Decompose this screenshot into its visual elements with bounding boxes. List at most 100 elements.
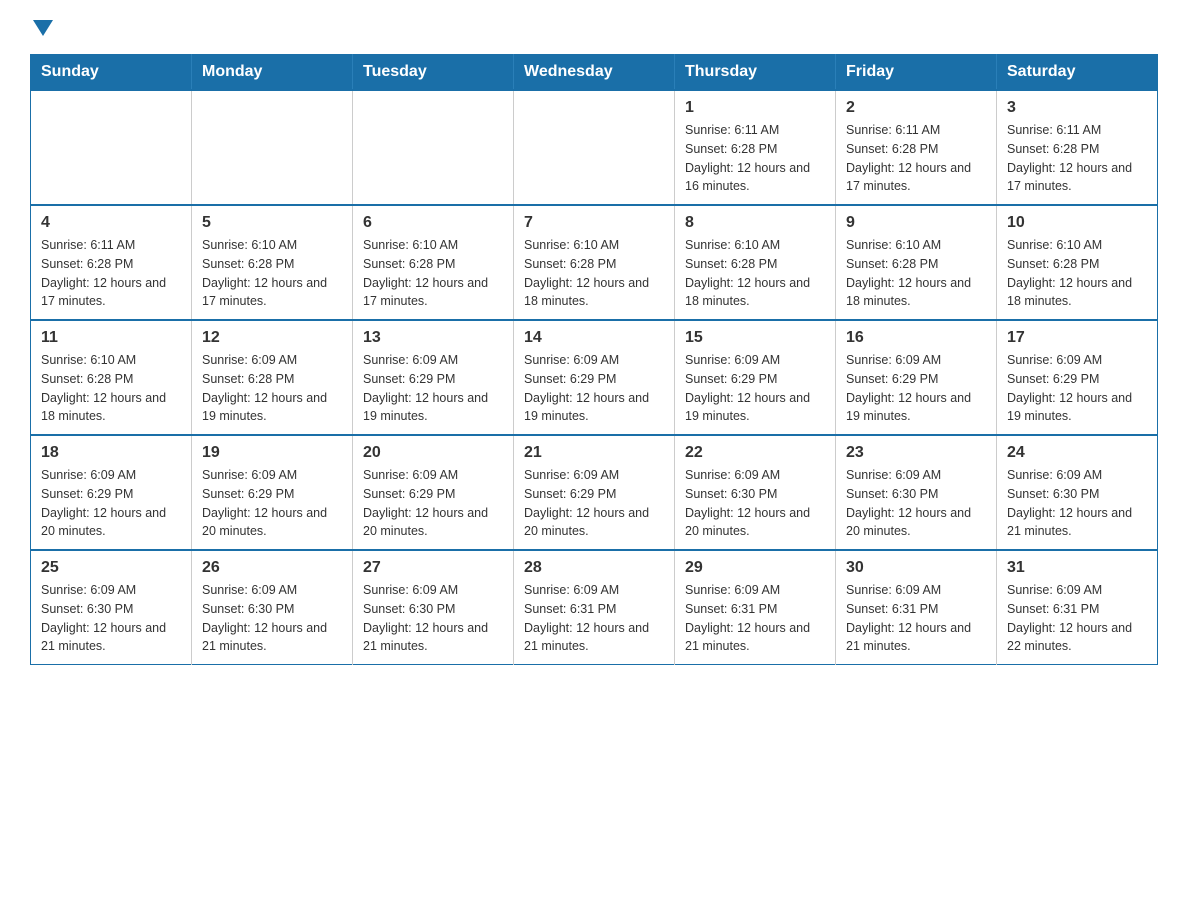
day-number: 20 bbox=[363, 444, 503, 462]
day-number: 6 bbox=[363, 214, 503, 232]
day-number: 10 bbox=[1007, 214, 1147, 232]
day-number: 12 bbox=[202, 329, 342, 347]
calendar-cell: 13 Sunrise: 6:09 AMSunset: 6:29 PMDayligh… bbox=[353, 320, 514, 435]
calendar-cell: 28Sunrise: 6:09 AMSunset: 6:31 PMDayligh… bbox=[514, 550, 675, 665]
calendar-cell: 5 Sunrise: 6:10 AMSunset: 6:28 PMDaylight… bbox=[192, 205, 353, 320]
day-number: 22 bbox=[685, 444, 825, 462]
day-number: 21 bbox=[524, 444, 664, 462]
calendar-cell: 29 Sunrise: 6:09 AMSunset: 6:31 PMDayligh… bbox=[675, 550, 836, 665]
logo bbox=[30, 20, 53, 34]
day-number: 9 bbox=[846, 214, 986, 232]
day-number: 25 bbox=[41, 559, 181, 577]
calendar-cell bbox=[353, 90, 514, 205]
day-number: 14 bbox=[524, 329, 664, 347]
day-number: 3 bbox=[1007, 99, 1147, 117]
day-number: 27 bbox=[363, 559, 503, 577]
day-info: Sunrise: 6:09 AMSunset: 6:29 PMDaylight:… bbox=[363, 466, 503, 541]
day-info: Sunrise: 6:11 AMSunset: 6:28 PMDaylight:… bbox=[1007, 121, 1147, 196]
day-number: 18 bbox=[41, 444, 181, 462]
calendar-cell: 14 Sunrise: 6:09 AMSunset: 6:29 PMDayligh… bbox=[514, 320, 675, 435]
calendar-cell: 11 Sunrise: 6:10 AMSunset: 6:28 PMDayligh… bbox=[31, 320, 192, 435]
calendar-cell: 23Sunrise: 6:09 AMSunset: 6:30 PMDayligh… bbox=[836, 435, 997, 550]
day-number: 31 bbox=[1007, 559, 1147, 577]
calendar-header: SundayMondayTuesdayWednesdayThursdayFrid… bbox=[31, 55, 1158, 91]
calendar-cell: 27 Sunrise: 6:09 AMSunset: 6:30 PMDayligh… bbox=[353, 550, 514, 665]
calendar-cell: 16Sunrise: 6:09 AMSunset: 6:29 PMDayligh… bbox=[836, 320, 997, 435]
day-number: 7 bbox=[524, 214, 664, 232]
calendar-cell: 9 Sunrise: 6:10 AMSunset: 6:28 PMDaylight… bbox=[836, 205, 997, 320]
day-number: 28 bbox=[524, 559, 664, 577]
day-info: Sunrise: 6:09 AMSunset: 6:30 PMDaylight:… bbox=[685, 466, 825, 541]
day-of-week-header: Thursday bbox=[675, 55, 836, 91]
day-info: Sunrise: 6:09 AMSunset: 6:30 PMDaylight:… bbox=[41, 581, 181, 656]
day-info: Sunrise: 6:10 AMSunset: 6:28 PMDaylight:… bbox=[846, 236, 986, 311]
day-info: Sunrise: 6:09 AMSunset: 6:29 PMDaylight:… bbox=[363, 351, 503, 426]
day-info: Sunrise: 6:09 AMSunset: 6:29 PMDaylight:… bbox=[524, 466, 664, 541]
day-number: 13 bbox=[363, 329, 503, 347]
day-info: Sunrise: 6:09 AMSunset: 6:29 PMDaylight:… bbox=[524, 351, 664, 426]
day-info: Sunrise: 6:09 AMSunset: 6:30 PMDaylight:… bbox=[202, 581, 342, 656]
calendar-week-row: 4Sunrise: 6:11 AMSunset: 6:28 PMDaylight… bbox=[31, 205, 1158, 320]
calendar-cell bbox=[514, 90, 675, 205]
calendar-cell: 10 Sunrise: 6:10 AMSunset: 6:28 PMDayligh… bbox=[997, 205, 1158, 320]
calendar-week-row: 1Sunrise: 6:11 AMSunset: 6:28 PMDaylight… bbox=[31, 90, 1158, 205]
calendar-cell: 24Sunrise: 6:09 AMSunset: 6:30 PMDayligh… bbox=[997, 435, 1158, 550]
day-info: Sunrise: 6:09 AMSunset: 6:28 PMDaylight:… bbox=[202, 351, 342, 426]
calendar-cell: 12 Sunrise: 6:09 AMSunset: 6:28 PMDayligh… bbox=[192, 320, 353, 435]
day-info: Sunrise: 6:09 AMSunset: 6:31 PMDaylight:… bbox=[1007, 581, 1147, 656]
calendar-cell: 30Sunrise: 6:09 AMSunset: 6:31 PMDayligh… bbox=[836, 550, 997, 665]
calendar-cell: 21 Sunrise: 6:09 AMSunset: 6:29 PMDayligh… bbox=[514, 435, 675, 550]
calendar-cell: 26 Sunrise: 6:09 AMSunset: 6:30 PMDayligh… bbox=[192, 550, 353, 665]
day-number: 11 bbox=[41, 329, 181, 347]
day-of-week-header: Friday bbox=[836, 55, 997, 91]
calendar-cell: 17 Sunrise: 6:09 AMSunset: 6:29 PMDayligh… bbox=[997, 320, 1158, 435]
calendar-cell bbox=[192, 90, 353, 205]
day-info: Sunrise: 6:10 AMSunset: 6:28 PMDaylight:… bbox=[685, 236, 825, 311]
calendar-cell: 4Sunrise: 6:11 AMSunset: 6:28 PMDaylight… bbox=[31, 205, 192, 320]
day-info: Sunrise: 6:11 AMSunset: 6:28 PMDaylight:… bbox=[846, 121, 986, 196]
calendar-table: SundayMondayTuesdayWednesdayThursdayFrid… bbox=[30, 54, 1158, 665]
calendar-cell: 6 Sunrise: 6:10 AMSunset: 6:28 PMDaylight… bbox=[353, 205, 514, 320]
page-header bbox=[30, 20, 1158, 34]
day-info: Sunrise: 6:09 AMSunset: 6:31 PMDaylight:… bbox=[685, 581, 825, 656]
logo-arrow-icon bbox=[33, 20, 53, 36]
calendar-cell: 22 Sunrise: 6:09 AMSunset: 6:30 PMDayligh… bbox=[675, 435, 836, 550]
calendar-cell: 3 Sunrise: 6:11 AMSunset: 6:28 PMDaylight… bbox=[997, 90, 1158, 205]
day-info: Sunrise: 6:11 AMSunset: 6:28 PMDaylight:… bbox=[685, 121, 825, 196]
day-number: 5 bbox=[202, 214, 342, 232]
day-info: Sunrise: 6:11 AMSunset: 6:28 PMDaylight:… bbox=[41, 236, 181, 311]
calendar-cell: 7 Sunrise: 6:10 AMSunset: 6:28 PMDaylight… bbox=[514, 205, 675, 320]
day-number: 15 bbox=[685, 329, 825, 347]
day-info: Sunrise: 6:09 AMSunset: 6:29 PMDaylight:… bbox=[41, 466, 181, 541]
day-number: 2 bbox=[846, 99, 986, 117]
day-number: 30 bbox=[846, 559, 986, 577]
day-number: 26 bbox=[202, 559, 342, 577]
day-number: 8 bbox=[685, 214, 825, 232]
day-number: 29 bbox=[685, 559, 825, 577]
day-info: Sunrise: 6:10 AMSunset: 6:28 PMDaylight:… bbox=[41, 351, 181, 426]
calendar-cell: 15Sunrise: 6:09 AMSunset: 6:29 PMDayligh… bbox=[675, 320, 836, 435]
calendar-cell bbox=[31, 90, 192, 205]
day-of-week-header: Wednesday bbox=[514, 55, 675, 91]
day-info: Sunrise: 6:09 AMSunset: 6:29 PMDaylight:… bbox=[1007, 351, 1147, 426]
calendar-cell: 19 Sunrise: 6:09 AMSunset: 6:29 PMDayligh… bbox=[192, 435, 353, 550]
day-info: Sunrise: 6:10 AMSunset: 6:28 PMDaylight:… bbox=[1007, 236, 1147, 311]
day-info: Sunrise: 6:10 AMSunset: 6:28 PMDaylight:… bbox=[363, 236, 503, 311]
day-info: Sunrise: 6:09 AMSunset: 6:29 PMDaylight:… bbox=[202, 466, 342, 541]
day-info: Sunrise: 6:09 AMSunset: 6:30 PMDaylight:… bbox=[846, 466, 986, 541]
calendar-cell: 18 Sunrise: 6:09 AMSunset: 6:29 PMDayligh… bbox=[31, 435, 192, 550]
calendar-week-row: 11 Sunrise: 6:10 AMSunset: 6:28 PMDayligh… bbox=[31, 320, 1158, 435]
day-number: 17 bbox=[1007, 329, 1147, 347]
calendar-cell: 25 Sunrise: 6:09 AMSunset: 6:30 PMDayligh… bbox=[31, 550, 192, 665]
day-info: Sunrise: 6:09 AMSunset: 6:29 PMDaylight:… bbox=[846, 351, 986, 426]
calendar-cell: 31 Sunrise: 6:09 AMSunset: 6:31 PMDayligh… bbox=[997, 550, 1158, 665]
calendar-cell: 8 Sunrise: 6:10 AMSunset: 6:28 PMDaylight… bbox=[675, 205, 836, 320]
day-of-week-header: Tuesday bbox=[353, 55, 514, 91]
calendar-cell: 20 Sunrise: 6:09 AMSunset: 6:29 PMDayligh… bbox=[353, 435, 514, 550]
day-info: Sunrise: 6:10 AMSunset: 6:28 PMDaylight:… bbox=[524, 236, 664, 311]
day-number: 19 bbox=[202, 444, 342, 462]
day-info: Sunrise: 6:10 AMSunset: 6:28 PMDaylight:… bbox=[202, 236, 342, 311]
day-number: 24 bbox=[1007, 444, 1147, 462]
calendar-week-row: 25 Sunrise: 6:09 AMSunset: 6:30 PMDayligh… bbox=[31, 550, 1158, 665]
day-info: Sunrise: 6:09 AMSunset: 6:30 PMDaylight:… bbox=[363, 581, 503, 656]
